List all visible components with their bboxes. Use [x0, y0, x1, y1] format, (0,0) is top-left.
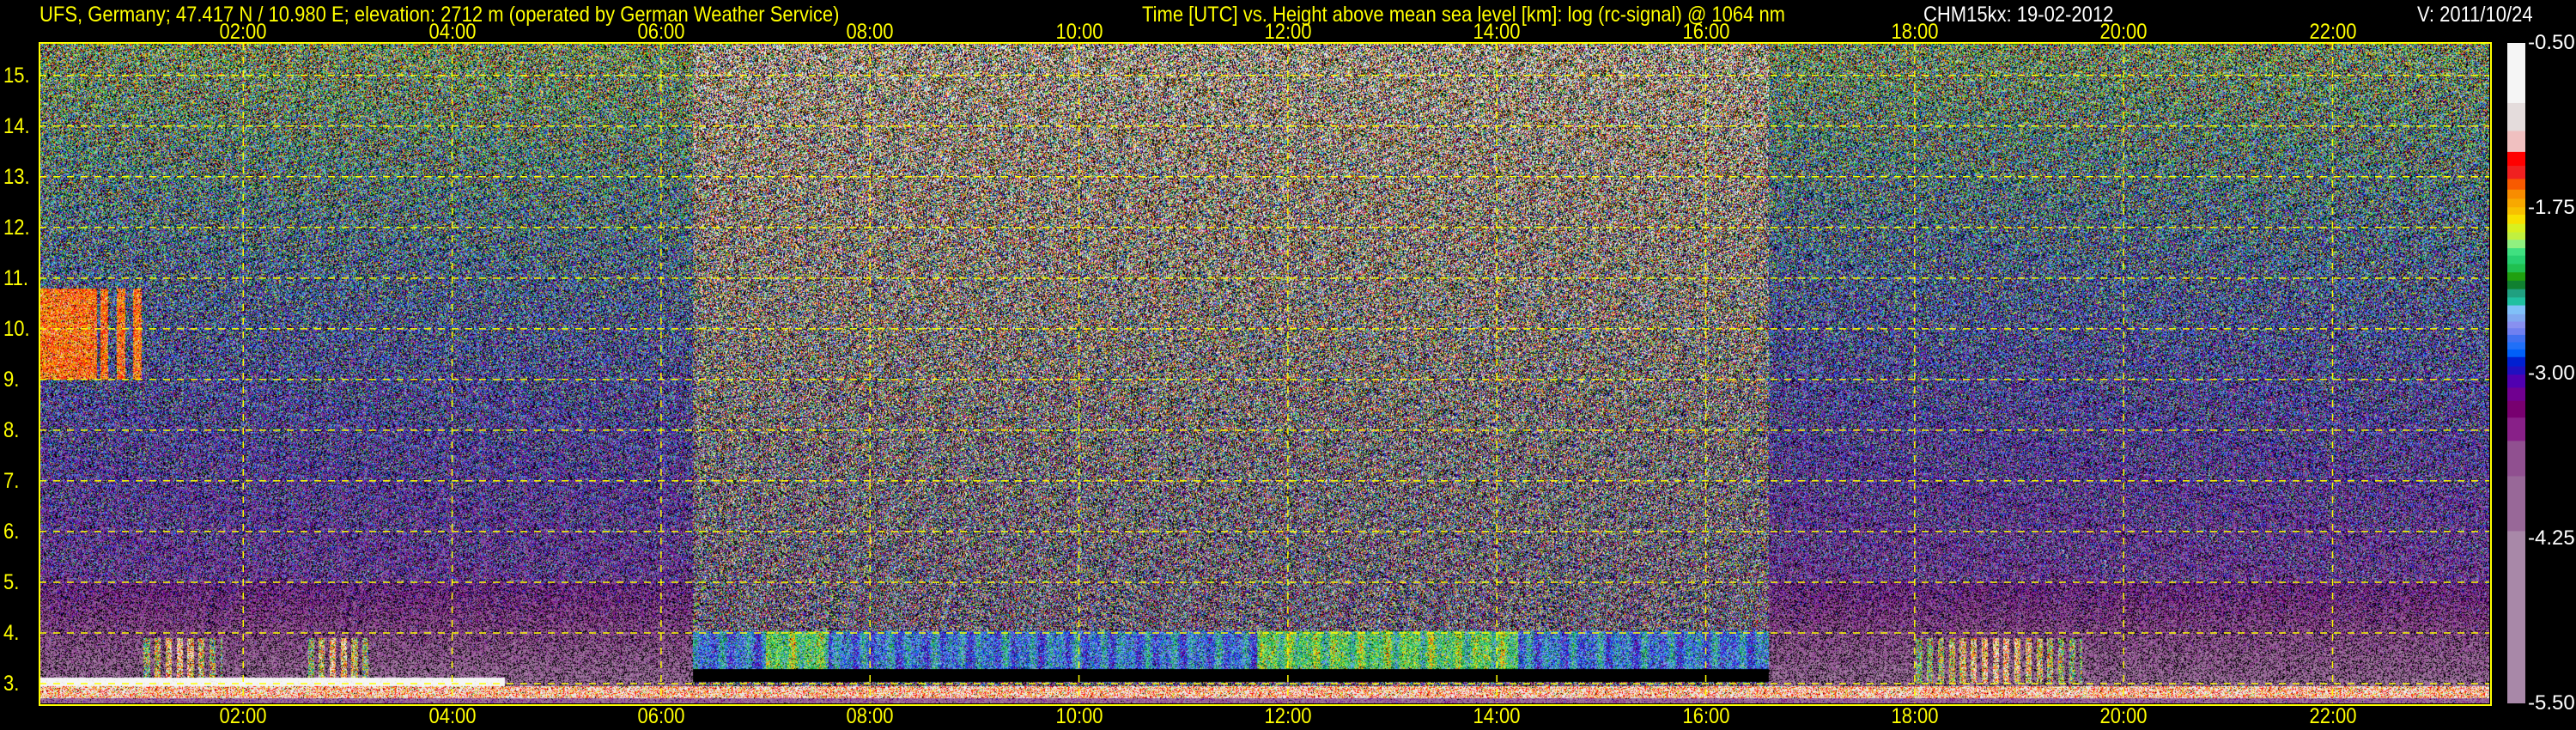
x-tick-label: 04:00	[428, 20, 477, 44]
x-tick-label: 14:00	[1473, 704, 1521, 728]
colorbar-level	[2507, 207, 2525, 216]
colorbar-level	[2507, 102, 2525, 131]
colorbar-level	[2507, 531, 2525, 703]
colorbar-level	[2507, 289, 2525, 298]
x-tick-label: 04:00	[428, 704, 477, 728]
x-tick-label: 12:00	[1264, 704, 1312, 728]
colorbar-tick-label: -4.25	[2528, 526, 2575, 550]
colorbar-level	[2507, 356, 2525, 368]
colorbar-level	[2507, 374, 2525, 388]
colorbar-level	[2507, 280, 2525, 290]
y-tick-label: 6.	[3, 519, 20, 544]
colorbar-level	[2507, 313, 2525, 323]
colorbar-level	[2507, 305, 2525, 315]
colorbar-level	[2507, 223, 2525, 234]
colorbar-tick-label: -0.50	[2528, 31, 2575, 54]
x-tick-label: 10:00	[1055, 704, 1103, 728]
colorbar-level	[2507, 366, 2525, 375]
colorbar-level	[2507, 151, 2525, 167]
colorbar-level	[2507, 198, 2525, 208]
x-tick-label: 08:00	[846, 704, 894, 728]
x-tick-label: 08:00	[846, 20, 894, 44]
x-tick-label: 20:00	[2099, 20, 2148, 44]
x-tick-label: 02:00	[219, 20, 267, 44]
colorbar-level	[2507, 297, 2525, 307]
header-version: V: 2011/10/24	[2417, 3, 2533, 27]
colorbar-level	[2507, 240, 2525, 249]
colorbar-level	[2507, 342, 2525, 350]
colorbar-level	[2507, 387, 2525, 402]
y-tick-label: 4.	[3, 620, 20, 645]
ceilometer-plot	[39, 43, 2489, 703]
colorbar-level	[2507, 272, 2525, 282]
y-tick-label: 9.	[3, 367, 20, 392]
y-tick-label: 8.	[3, 417, 20, 442]
x-tick-label: 16:00	[1681, 704, 1730, 728]
header-instrument-date: CHM15kx: 19-02-2012	[1923, 3, 2114, 27]
x-tick-label: 10:00	[1055, 20, 1103, 44]
colorbar-level	[2507, 179, 2525, 191]
y-tick-label: 5.	[3, 569, 20, 594]
colorbar-level	[2507, 255, 2525, 265]
colorbar-level	[2507, 441, 2525, 477]
colorbar-tick-label: -1.75	[2528, 196, 2575, 220]
colorbar-level	[2507, 131, 2525, 153]
x-tick-label: 18:00	[1891, 704, 1939, 728]
y-tick-label: 12.	[3, 215, 30, 240]
colorbar-level	[2507, 328, 2525, 336]
colorbar-level	[2507, 264, 2525, 273]
x-tick-label: 22:00	[2308, 704, 2357, 728]
grid-lines	[39, 43, 2489, 703]
y-tick-label: 11.	[3, 265, 28, 290]
x-tick-label: 20:00	[2099, 704, 2148, 728]
colorbar-level	[2507, 349, 2525, 358]
colorbar-level	[2507, 214, 2525, 225]
y-tick-label: 13.	[3, 164, 30, 189]
colorbar-level	[2507, 189, 2525, 199]
colorbar-level	[2507, 417, 2525, 441]
y-tick-label: 3.	[3, 671, 20, 696]
colorbar-level	[2507, 232, 2525, 240]
x-tick-label: 06:00	[637, 704, 685, 728]
x-tick-label: 06:00	[637, 20, 685, 44]
colorbar-level	[2507, 400, 2525, 418]
x-tick-label: 14:00	[1473, 20, 1521, 44]
colorbar	[2507, 43, 2525, 703]
colorbar-level	[2507, 476, 2525, 532]
x-tick-label: 16:00	[1681, 20, 1730, 44]
x-tick-label: 02:00	[219, 704, 267, 728]
colorbar-tick-label: -5.50	[2528, 691, 2575, 715]
colorbar-level	[2507, 166, 2525, 179]
x-tick-label: 18:00	[1891, 20, 1939, 44]
colorbar-tick-label: -3.00	[2528, 361, 2575, 385]
y-tick-label: 7.	[3, 468, 20, 493]
colorbar-level	[2507, 43, 2525, 104]
colorbar-level	[2507, 248, 2525, 257]
y-tick-label: 15.	[3, 63, 30, 88]
y-tick-label: 10.	[3, 316, 30, 341]
x-tick-label: 22:00	[2308, 20, 2357, 44]
colorbar-level	[2507, 334, 2525, 344]
x-tick-label: 12:00	[1264, 20, 1312, 44]
colorbar-level	[2507, 321, 2525, 329]
y-tick-label: 14.	[3, 113, 30, 138]
